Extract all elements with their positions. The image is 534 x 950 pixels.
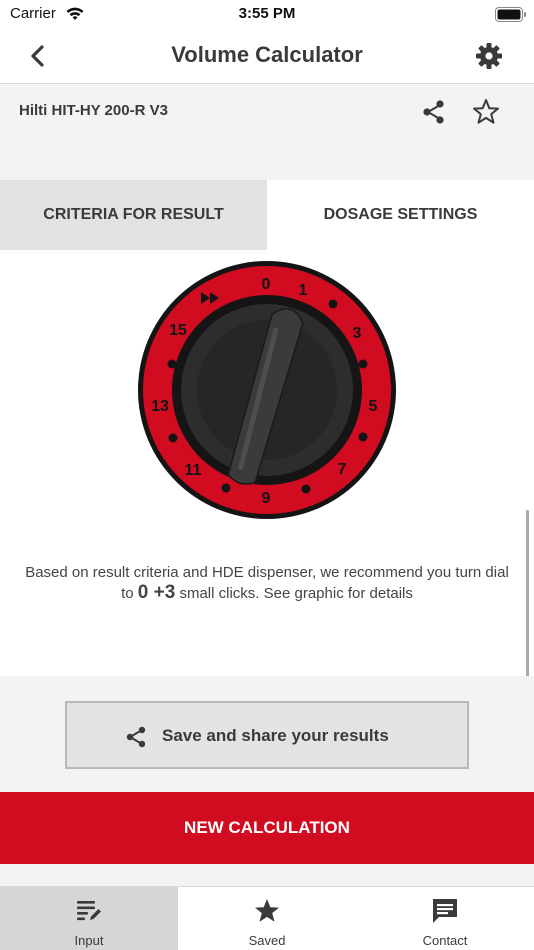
dial-dot bbox=[358, 432, 368, 442]
bottom-tab-input-label: Input bbox=[74, 933, 104, 948]
tab-criteria-for-result[interactable]: CRITERIA FOR RESULT bbox=[0, 180, 267, 250]
dial-number-5: 5 bbox=[369, 398, 378, 415]
status-bar: Carrier 3:55 PM bbox=[0, 0, 534, 30]
navigation-bar: Volume Calculator bbox=[0, 30, 534, 84]
bottom-tab-bar: Input Saved Contact bbox=[0, 886, 534, 950]
edit-list-icon bbox=[77, 901, 101, 921]
header-spacer bbox=[0, 140, 534, 180]
save-and-share-button[interactable]: Save and share your results bbox=[65, 701, 469, 769]
product-header: Hilti HIT-HY 200-R V3 bbox=[0, 84, 534, 140]
gear-icon[interactable] bbox=[474, 41, 504, 71]
save-and-share-label: Save and share your results bbox=[162, 726, 389, 745]
bottom-tab-saved-label: Saved bbox=[248, 933, 286, 948]
bottom-spacer bbox=[0, 864, 534, 886]
dial-dot bbox=[221, 483, 231, 493]
recommended-clicks: 0 +3 bbox=[137, 582, 176, 603]
recommendation-suffix: small clicks. See graphic for details bbox=[179, 585, 413, 602]
dial-dot bbox=[328, 299, 338, 309]
dosage-dial: 0 1 3 5 7 9 11 13 15 bbox=[138, 261, 396, 519]
battery-icon bbox=[495, 7, 526, 22]
chat-icon bbox=[433, 899, 457, 923]
dial-dot bbox=[358, 359, 368, 369]
bottom-tab-contact[interactable]: Contact bbox=[356, 887, 534, 950]
share-icon[interactable] bbox=[420, 98, 448, 126]
dial-dot bbox=[168, 433, 178, 443]
segment-tabs: CRITERIA FOR RESULT DOSAGE SETTINGS bbox=[0, 180, 534, 250]
tab-dosage-settings[interactable]: DOSAGE SETTINGS bbox=[267, 180, 534, 250]
dial-number-9: 9 bbox=[262, 490, 271, 507]
bottom-tab-contact-label: Contact bbox=[422, 933, 468, 948]
new-calculation-button[interactable]: NEW CALCULATION bbox=[0, 792, 534, 864]
star-icon bbox=[255, 899, 279, 922]
dial-dot bbox=[167, 359, 177, 369]
bottom-tab-saved[interactable]: Saved bbox=[178, 887, 356, 950]
dial-number-15: 15 bbox=[169, 322, 187, 339]
dial-number-3: 3 bbox=[353, 325, 362, 342]
dial-number-0: 0 bbox=[262, 276, 271, 293]
dial-number-1: 1 bbox=[299, 282, 308, 299]
star-outline-icon[interactable] bbox=[471, 97, 501, 127]
dial-dot bbox=[301, 484, 311, 494]
recommendation-text: Based on result criteria and HDE dispens… bbox=[20, 563, 514, 604]
dial-number-13: 13 bbox=[151, 398, 169, 415]
page-title: Volume Calculator bbox=[171, 42, 363, 67]
dial-number-11: 11 bbox=[185, 462, 202, 479]
clock: 3:55 PM bbox=[238, 5, 296, 22]
actions-area: Save and share your results bbox=[0, 676, 534, 792]
share-icon bbox=[126, 726, 146, 748]
dial-number-7: 7 bbox=[338, 461, 347, 478]
product-name: Hilti HIT-HY 200-R V3 bbox=[19, 102, 168, 119]
bottom-tab-input[interactable]: Input bbox=[0, 887, 178, 950]
